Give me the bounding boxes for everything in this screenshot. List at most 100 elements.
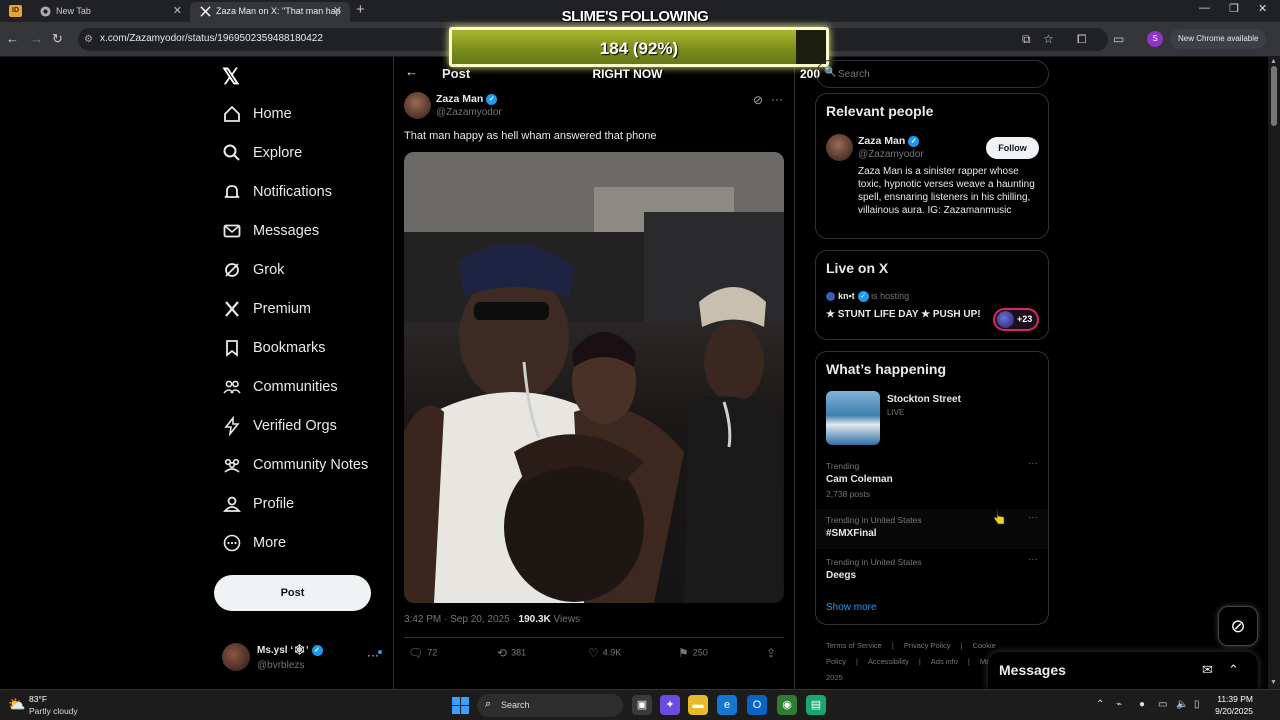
chrome-taskbar-icon[interactable]: ◉ bbox=[777, 695, 797, 715]
profile-avatar[interactable]: S bbox=[1147, 31, 1163, 47]
outlook-icon[interactable]: O bbox=[747, 695, 767, 715]
share-button[interactable]: ⇪ bbox=[766, 646, 780, 660]
grok-floating-button[interactable]: ⊘ bbox=[1218, 606, 1258, 646]
search-input[interactable]: 🔍 Search bbox=[816, 60, 1049, 88]
edge-icon[interactable]: e bbox=[717, 695, 737, 715]
weather-icon[interactable]: ⛅ bbox=[8, 696, 25, 713]
extensions-icon[interactable]: ⧠ bbox=[1077, 32, 1087, 47]
footer-link[interactable]: Terms of Service bbox=[826, 641, 882, 650]
weather-desc[interactable]: Partly cloudy bbox=[29, 706, 78, 716]
x-logo-icon[interactable]: 𝕏 bbox=[222, 64, 240, 90]
trend-item[interactable]: Trending in United States Deegs ··· bbox=[816, 554, 1048, 601]
tray-battery-icon[interactable]: ▯ bbox=[1194, 699, 1200, 710]
restore-icon[interactable]: ❐ bbox=[1229, 2, 1239, 15]
nav-item-verified-orgs[interactable]: Verified Orgs bbox=[222, 410, 402, 449]
back-arrow-icon[interactable]: ← bbox=[405, 64, 418, 79]
file-explorer-icon[interactable]: ▬ bbox=[688, 695, 708, 715]
author-name[interactable]: Zaza Man ✓ bbox=[436, 93, 498, 105]
weather-temp[interactable]: 83°F bbox=[29, 694, 47, 704]
relevant-person-name[interactable]: Zaza Man ✓ bbox=[858, 135, 920, 147]
taskbar-clock[interactable]: 11:39 PM 9/20/2025 bbox=[1213, 693, 1253, 717]
close-tab-icon[interactable]: ✕ bbox=[173, 2, 182, 20]
nav-item-label: Explore bbox=[253, 145, 303, 161]
trend-more-icon[interactable]: ··· bbox=[1028, 458, 1038, 469]
nav-item-grok[interactable]: Grok bbox=[222, 254, 402, 293]
scrollbar-thumb[interactable] bbox=[1271, 66, 1277, 126]
bookmark-button[interactable]: ⚑ 250 bbox=[678, 646, 708, 660]
event-title[interactable]: Stockton Street bbox=[887, 394, 961, 405]
windows-start-icon[interactable] bbox=[452, 697, 469, 714]
relevant-person-avatar[interactable] bbox=[826, 134, 853, 161]
scrollbar[interactable] bbox=[1268, 57, 1280, 689]
author-handle[interactable]: @Zazamyodor bbox=[436, 107, 502, 118]
nav-item-explore[interactable]: Explore bbox=[222, 137, 402, 176]
trend-more-icon[interactable]: ··· bbox=[1028, 512, 1038, 523]
footer-link[interactable]: Ads info bbox=[931, 657, 958, 666]
post-more-icon[interactable]: ··· bbox=[771, 92, 783, 106]
minimize-icon[interactable]: — bbox=[1199, 2, 1210, 14]
relevant-person-handle[interactable]: @Zazamyodor bbox=[858, 149, 924, 160]
follow-button[interactable]: Follow bbox=[986, 137, 1039, 159]
scroll-down-icon[interactable]: ▼ bbox=[1270, 679, 1277, 686]
close-tab-icon[interactable]: ✕ bbox=[333, 2, 342, 20]
footer-link[interactable]: Accessibility bbox=[868, 657, 909, 666]
expand-up-icon[interactable]: ⌃ bbox=[1228, 662, 1239, 678]
site-info-icon[interactable]: ⚙ bbox=[84, 34, 93, 45]
tray-mic-icon[interactable]: ● bbox=[1139, 699, 1145, 710]
messages-drawer[interactable]: Messages ✉ ⌃ bbox=[988, 652, 1258, 690]
forward-icon[interactable]: → bbox=[30, 31, 43, 46]
tab-active-post[interactable]: Zaza Man on X: "That man hap ✕ bbox=[190, 2, 350, 22]
app-badge-icon[interactable]: ID bbox=[9, 5, 22, 17]
post-media-image[interactable] bbox=[404, 152, 784, 603]
new-message-icon[interactable]: ✉ bbox=[1202, 662, 1213, 678]
live-on-x-card[interactable]: Live on X kn•t ✓ is hosting ★ STUNT LIFE … bbox=[815, 250, 1049, 340]
nav-item-home[interactable]: Home bbox=[222, 98, 402, 137]
nav-item-community-notes[interactable]: Community Notes bbox=[222, 449, 402, 488]
account-name[interactable]: Ms.ysl ʻ🕸ʼ ✓ bbox=[257, 645, 323, 656]
bookmark-star-icon[interactable]: ☆ bbox=[1043, 32, 1054, 46]
close-window-icon[interactable]: ✕ bbox=[1258, 2, 1267, 15]
tray-network-icon[interactable]: ⌁ bbox=[1116, 699, 1122, 710]
app-icon[interactable]: ▤ bbox=[806, 695, 826, 715]
taskbar-search[interactable]: ⌕ Search bbox=[477, 694, 623, 717]
like-button[interactable]: ♡ 4.9K bbox=[588, 646, 621, 660]
tray-display-icon[interactable]: ▭ bbox=[1158, 699, 1167, 710]
author-avatar[interactable] bbox=[404, 92, 431, 119]
cast-icon[interactable]: ⧉ bbox=[1022, 32, 1031, 47]
new-chrome-available-button[interactable]: New Chrome available bbox=[1170, 29, 1267, 49]
share-icon: ⇪ bbox=[766, 646, 777, 660]
post-time[interactable]: 3:42 PM · Sep 20, 2025 · bbox=[404, 614, 516, 625]
new-tab-icon[interactable]: + bbox=[356, 1, 365, 18]
url-text[interactable]: x.com/Zazamyodor/status/1969502359488180… bbox=[100, 33, 323, 44]
nav-item-messages[interactable]: Messages bbox=[222, 215, 402, 254]
account-avatar[interactable] bbox=[222, 643, 250, 671]
trend-more-icon[interactable]: ··· bbox=[1028, 554, 1038, 565]
reload-icon[interactable]: ↻ bbox=[52, 31, 63, 47]
nav-item-more[interactable]: More bbox=[222, 527, 402, 566]
nav-item-communities[interactable]: Communities bbox=[222, 371, 402, 410]
show-more-link[interactable]: Show more bbox=[826, 602, 877, 613]
tray-volume-icon[interactable]: 🔈 bbox=[1176, 699, 1188, 710]
event-thumbnail[interactable] bbox=[826, 391, 880, 445]
nav-item-notifications[interactable]: Notifications bbox=[222, 176, 402, 215]
back-icon[interactable]: ← bbox=[6, 31, 19, 46]
tray-chevron-icon[interactable]: ⌃ bbox=[1096, 699, 1104, 710]
live-listeners-badge[interactable]: +23 bbox=[993, 308, 1039, 331]
nav-item-premium[interactable]: Premium bbox=[222, 293, 402, 332]
trend-item[interactable]: Trending Cam Coleman 2,738 posts ··· bbox=[816, 458, 1048, 505]
reply-button[interactable]: 🗨 72 bbox=[408, 646, 437, 660]
account-more-icon[interactable]: ··· bbox=[367, 648, 379, 662]
trend-item[interactable]: Trending in United States #SMXFinal ··· bbox=[816, 509, 1048, 549]
grok-icon[interactable]: ⊘ bbox=[753, 93, 763, 107]
nav-item-profile[interactable]: Profile bbox=[222, 488, 402, 527]
repost-button[interactable]: ⟲ 381 bbox=[497, 646, 526, 660]
copilot-icon[interactable]: ✦ bbox=[660, 695, 680, 715]
footer-link[interactable]: Privacy Policy bbox=[904, 641, 951, 650]
nav-item-bookmarks[interactable]: Bookmarks bbox=[222, 332, 402, 371]
task-view-icon[interactable]: ▣ bbox=[632, 695, 652, 715]
side-panel-icon[interactable]: ▭ bbox=[1113, 32, 1124, 46]
live-space-title[interactable]: ★ STUNT LIFE DAY ★ PUSH UP! bbox=[826, 309, 981, 320]
scroll-up-icon[interactable]: ▲ bbox=[1270, 58, 1277, 65]
tab-new-tab[interactable]: New Tab ✕ bbox=[30, 2, 190, 22]
post-button[interactable]: Post bbox=[214, 575, 371, 611]
